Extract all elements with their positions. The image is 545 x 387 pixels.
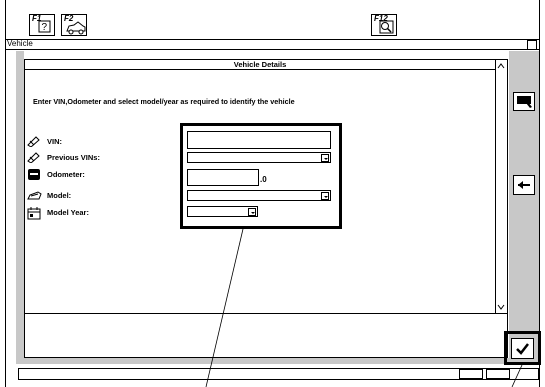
scroll-down-arrow-icon[interactable] (496, 302, 506, 312)
window-close-box[interactable] (527, 40, 537, 50)
model-year-select[interactable] (187, 206, 258, 217)
vin-field[interactable] (187, 131, 331, 149)
chevron-down-icon[interactable] (321, 154, 329, 162)
odometer-decimal: .0 (260, 175, 267, 184)
pencil-icon (27, 136, 40, 147)
chevron-down-icon[interactable] (248, 208, 256, 216)
calendar-icon (27, 207, 41, 220)
search-icon (379, 20, 394, 34)
f12-search-button[interactable]: F12 (371, 14, 397, 36)
car-icon (27, 191, 42, 200)
back-arrow-icon (518, 181, 530, 189)
chevron-down-icon[interactable] (321, 192, 329, 200)
odometer-label: Odometer: (47, 170, 85, 179)
scroll-up-arrow-icon[interactable] (496, 61, 506, 71)
checkmark-icon (516, 343, 529, 355)
confirm-button[interactable] (511, 338, 534, 359)
window-title: Vehicle (7, 39, 33, 48)
model-label: Model: (47, 191, 72, 200)
instruction-text: Enter VIN,Odometer and select model/year… (33, 97, 295, 106)
svg-text:?: ? (42, 22, 48, 33)
scrollbar[interactable] (495, 60, 507, 313)
panel-title: Vehicle Details (233, 60, 287, 69)
pencil-icon (27, 152, 40, 163)
odometer-field[interactable] (187, 169, 259, 186)
window-title-bar (5, 39, 540, 50)
status-field-1 (459, 369, 483, 379)
vehicle-icon (66, 21, 86, 35)
panel-frame-left (16, 51, 24, 364)
previous-vins-select[interactable] (187, 152, 331, 163)
back-button[interactable] (513, 175, 535, 195)
model-select[interactable] (187, 190, 331, 201)
panel-frame-bottom (16, 358, 509, 364)
odometer-icon (28, 169, 40, 180)
vin-label: VIN: (47, 137, 62, 146)
previous-vins-label: Previous VINs: (47, 153, 100, 162)
model-year-label: Model Year: (47, 208, 89, 217)
f1-help-button[interactable]: F1 ? (29, 14, 55, 36)
f2-vehicle-button[interactable]: F2 (61, 14, 87, 36)
edit-button[interactable] (513, 92, 535, 111)
edit-icon (517, 96, 532, 108)
panel-divider (25, 313, 507, 314)
status-field-2 (486, 369, 510, 379)
help-icon: ? (38, 20, 51, 33)
